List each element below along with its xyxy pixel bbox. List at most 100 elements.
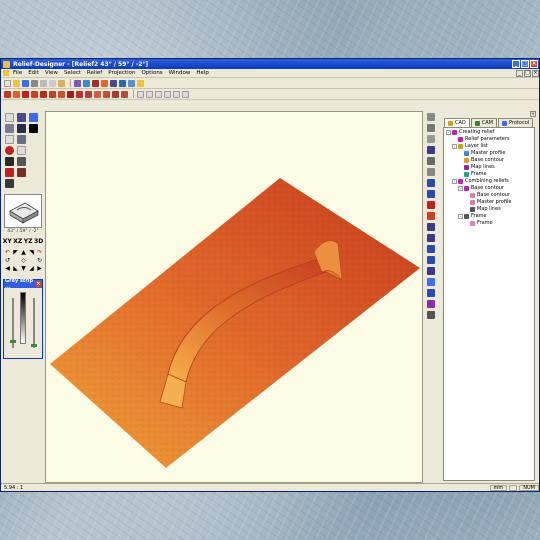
tab-cad[interactable]: CAD: [444, 118, 470, 127]
menu-file[interactable]: File: [13, 70, 22, 76]
menu-projection[interactable]: Projection: [108, 70, 135, 76]
redraw-icon[interactable]: [182, 90, 189, 98]
menu-select[interactable]: Select: [64, 70, 81, 76]
tool-line-icon[interactable]: [13, 90, 20, 98]
tool-mirror-icon[interactable]: [85, 90, 92, 98]
tool-r-icon[interactable]: [427, 300, 435, 308]
tool-m-icon[interactable]: [427, 245, 435, 253]
tab-cam[interactable]: CAM: [470, 118, 497, 127]
expand-toggle-icon[interactable]: -: [452, 179, 457, 184]
cursor-icon[interactable]: [29, 124, 38, 133]
wireframe-icon[interactable]: [5, 179, 14, 188]
tool-j-icon[interactable]: [427, 212, 435, 220]
tool-b-icon[interactable]: [427, 124, 435, 132]
menu-options[interactable]: Options: [141, 70, 162, 76]
3d-viewport[interactable]: [45, 111, 423, 483]
window-icon[interactable]: [128, 79, 135, 87]
rotate-ccw-icon[interactable]: ↶: [4, 249, 11, 256]
tree-item[interactable]: - Frame: [446, 213, 532, 220]
tool-q-icon[interactable]: [427, 289, 435, 297]
profile-icon[interactable]: [5, 168, 14, 177]
tool-k-icon[interactable]: [427, 223, 435, 231]
menu-help[interactable]: Help: [196, 70, 209, 76]
tree-item[interactable]: Map lines: [446, 206, 532, 213]
tab-protocol[interactable]: Protocol: [498, 118, 534, 127]
copy-icon[interactable]: [49, 79, 56, 87]
zoom-fit-icon[interactable]: [155, 90, 162, 98]
print-icon[interactable]: [31, 79, 38, 87]
tilt-right-icon[interactable]: ◥: [28, 249, 35, 256]
tool-f-icon[interactable]: [427, 168, 435, 176]
down-arrow-icon[interactable]: ▼: [20, 265, 27, 272]
tree-item[interactable]: - Creating relief: [446, 129, 532, 136]
menu-edit[interactable]: Edit: [28, 70, 39, 76]
tool-pen-icon[interactable]: [4, 90, 11, 98]
expand-toggle-icon[interactable]: -: [446, 130, 451, 135]
render-icon[interactable]: [101, 79, 108, 87]
menu-window[interactable]: Window: [169, 70, 191, 76]
reset-view-icon[interactable]: ◇: [20, 257, 27, 264]
expand-toggle-icon[interactable]: -: [458, 214, 463, 219]
tool-s-icon[interactable]: [427, 311, 435, 319]
rotate-view-icon[interactable]: [17, 135, 26, 144]
orientation-preview[interactable]: [4, 194, 42, 228]
tree-item[interactable]: Base contour: [446, 192, 532, 199]
expand-toggle-icon[interactable]: -: [458, 186, 463, 191]
tilt-left-icon[interactable]: ◤: [12, 249, 19, 256]
select-icon[interactable]: [29, 113, 38, 122]
view-yz-button[interactable]: YZ: [24, 238, 33, 245]
monitor-icon[interactable]: [5, 157, 14, 166]
right-arrow-icon[interactable]: ▶: [36, 265, 43, 272]
high-slider-handle[interactable]: [31, 344, 37, 347]
menu-relief[interactable]: Relief: [87, 70, 102, 76]
light-icon[interactable]: [137, 79, 144, 87]
cut-icon[interactable]: [40, 79, 47, 87]
tool-h-icon[interactable]: [427, 190, 435, 198]
zoom-out-icon[interactable]: [146, 90, 153, 98]
tool-curve-icon[interactable]: [31, 90, 38, 98]
tool-o-icon[interactable]: [427, 267, 435, 275]
save-icon[interactable]: [22, 79, 29, 87]
tool-rect-icon[interactable]: [40, 90, 47, 98]
tool-e-icon[interactable]: [427, 157, 435, 165]
tree-item[interactable]: Relief parameters: [446, 136, 532, 143]
panel-close-icon[interactable]: ×: [530, 111, 536, 117]
grid-icon[interactable]: [119, 79, 126, 87]
tool-p-icon[interactable]: [427, 278, 435, 286]
pointer-icon[interactable]: [17, 146, 26, 155]
tree-item[interactable]: - Base contour: [446, 185, 532, 192]
tool-arc-icon[interactable]: [22, 90, 29, 98]
document-icon[interactable]: [3, 70, 9, 76]
measure-icon[interactable]: [17, 113, 26, 122]
tree-item[interactable]: Map lines: [446, 164, 532, 171]
tool-text-icon[interactable]: [76, 90, 83, 98]
tool-d-icon[interactable]: [427, 146, 435, 154]
open-folder-icon[interactable]: [13, 79, 20, 87]
close-icon[interactable]: ×: [35, 281, 41, 287]
relief-icon[interactable]: [92, 79, 99, 87]
shade-icon[interactable]: [17, 157, 26, 166]
spin-right-icon[interactable]: ↻: [36, 257, 43, 264]
title-bar[interactable]: Relief-Designer - [Relief2 43° / 59° / -…: [1, 59, 539, 69]
tilt-down-right-icon[interactable]: ◢: [28, 265, 35, 272]
tilt-down-left-icon[interactable]: ◣: [12, 265, 19, 272]
doc-close-button[interactable]: ×: [532, 69, 539, 77]
minimize-button[interactable]: _: [512, 60, 520, 68]
redo-icon[interactable]: [83, 79, 90, 87]
maximize-button[interactable]: □: [521, 60, 529, 68]
up-arrow-icon[interactable]: ▲: [20, 249, 27, 256]
view-3d-button[interactable]: 3D: [34, 238, 43, 245]
tree-item[interactable]: Base contour: [446, 157, 532, 164]
move-icon[interactable]: [5, 124, 14, 133]
tool-rotate-icon[interactable]: [94, 90, 101, 98]
new-file-icon[interactable]: [4, 79, 11, 87]
view-xy-button[interactable]: XY: [3, 238, 12, 245]
doc-minimize-button[interactable]: _: [516, 69, 523, 77]
close-button[interactable]: ×: [530, 60, 538, 68]
rotate-cw-icon[interactable]: ↷: [36, 249, 43, 256]
node-icon[interactable]: [17, 124, 26, 133]
tool-offset-icon[interactable]: [112, 90, 119, 98]
zoom-window-icon[interactable]: [164, 90, 171, 98]
menu-view[interactable]: View: [45, 70, 58, 76]
tool-scale-icon[interactable]: [103, 90, 110, 98]
